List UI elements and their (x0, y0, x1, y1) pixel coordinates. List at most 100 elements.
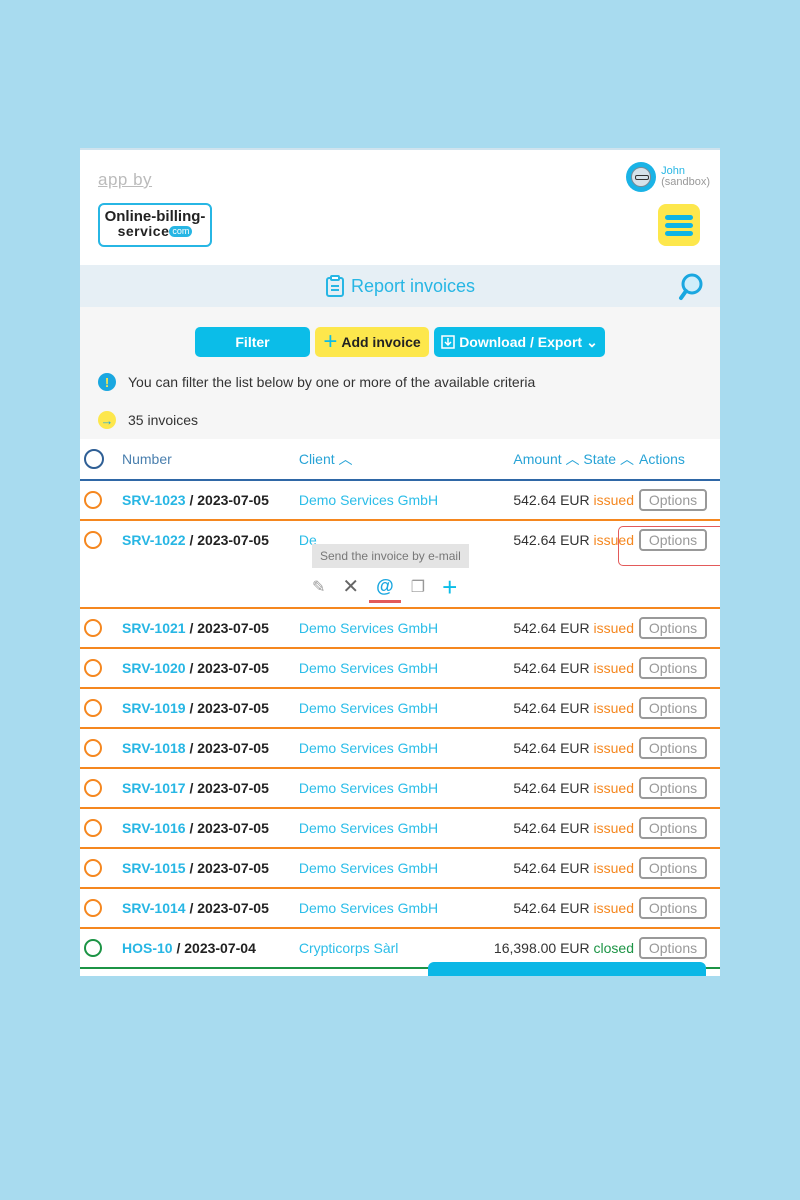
status-badge: issued (593, 780, 634, 796)
delete-icon[interactable]: ✕ (342, 574, 359, 599)
invoice-link[interactable]: HOS-10 (122, 940, 173, 956)
row-select-checkbox[interactable] (84, 859, 102, 878)
user-env: (sandbox) (661, 176, 710, 188)
download-export-button[interactable]: Download / Export ⌄ (434, 327, 605, 357)
table-row[interactable]: SRV-1016 / 2023-07-05 Demo Services GmbH 5… (80, 808, 720, 849)
table-row[interactable]: SRV-1017 / 2023-07-05 Demo Services GmbH 5… (80, 768, 720, 809)
status-badge: issued (593, 620, 634, 636)
hamburger-menu-icon[interactable] (658, 204, 700, 246)
logo[interactable]: Online-billing- service com (98, 203, 212, 247)
client-link[interactable]: Demo Services GmbH (297, 888, 466, 929)
amount-state: 542.64 EUR issued (465, 808, 638, 849)
invoice-link[interactable]: SRV-1021 (122, 620, 186, 636)
options-button[interactable]: Options (639, 897, 707, 919)
row-select-checkbox[interactable] (84, 531, 102, 550)
options-button[interactable]: Options (639, 617, 707, 639)
options-button[interactable]: Options (639, 777, 707, 799)
table-row[interactable]: SRV-1015 / 2023-07-05 Demo Services GmbH 5… (80, 848, 720, 889)
options-button[interactable]: Options (639, 697, 707, 719)
select-all-checkbox[interactable] (84, 449, 104, 469)
exclamation-icon: ! (98, 373, 116, 391)
title-bar: Report invoices (80, 265, 720, 307)
invoice-number: SRV-1023 / 2023-07-05 (121, 480, 298, 521)
add-icon[interactable]: + (442, 574, 457, 600)
edit-icon[interactable]: ✎ (312, 577, 325, 597)
sort-up-icon: ︿ (338, 451, 353, 467)
invoice-number: SRV-1006 / 2023-06-21 (121, 968, 298, 976)
filter-button[interactable]: Filter (195, 327, 310, 357)
arrow-right-icon: → (98, 411, 116, 429)
header-number[interactable]: Number (121, 439, 298, 481)
add-invoice-button[interactable]: + Add invoice (315, 327, 429, 357)
row-select-checkbox[interactable] (84, 819, 102, 838)
invoice-link[interactable]: SRV-1019 (122, 700, 186, 716)
avatar (626, 162, 657, 192)
copy-icon[interactable]: ❐ (411, 577, 425, 597)
client-link[interactable]: Demo Services GmbH (297, 808, 466, 849)
row-select-checkbox[interactable] (84, 491, 102, 510)
filter-hint: ! You can filter the list below by one or… (98, 373, 720, 391)
invoice-number: SRV-1018 / 2023-07-05 (121, 728, 298, 769)
invoice-link[interactable]: SRV-1018 (122, 740, 186, 756)
row-select-checkbox[interactable] (84, 779, 102, 798)
invoice-link[interactable]: SRV-1023 (122, 492, 186, 508)
amount-state: 542.64 EUR issued (465, 608, 638, 649)
invoice-link[interactable]: SRV-1016 (122, 820, 186, 836)
client-link[interactable]: Demo Services GmbH (297, 688, 466, 729)
invoice-link[interactable]: SRV-1022 (122, 532, 186, 548)
header-actions: Actions (638, 439, 720, 481)
amount-state: 542.64 EUR issued (465, 480, 638, 521)
amount-state: 542.64 EUR issued (465, 648, 638, 689)
table-row[interactable]: SRV-1021 / 2023-07-05 Demo Services GmbH 5… (80, 608, 720, 649)
options-button[interactable]: Options (639, 737, 707, 759)
client-link[interactable]: Demo Services GmbH (297, 848, 466, 889)
invoice-number: HOS-10 / 2023-07-04 (121, 928, 298, 969)
table-row[interactable]: SRV-1020 / 2023-07-05 Demo Services GmbH 5… (80, 648, 720, 689)
invoice-link[interactable]: SRV-1020 (122, 660, 186, 676)
status-badge: closed (593, 940, 634, 956)
invoice-number: SRV-1020 / 2023-07-05 (121, 648, 298, 689)
header-client[interactable]: Client ︿ (297, 439, 466, 481)
invoice-link[interactable]: SRV-1014 (122, 900, 186, 916)
notification-toast[interactable] (428, 962, 706, 976)
plus-icon: + (323, 328, 338, 355)
amount-state: 542.64 EUR issued (465, 688, 638, 729)
status-badge: issued (593, 820, 634, 836)
client-link[interactable]: Demo Services GmbH (297, 728, 466, 769)
row-select-checkbox[interactable] (84, 899, 102, 918)
table-row[interactable]: SRV-1014 / 2023-07-05 Demo Services GmbH 5… (80, 888, 720, 929)
invoice-number: SRV-1019 / 2023-07-05 (121, 688, 298, 729)
row-select-checkbox[interactable] (84, 659, 102, 678)
options-button[interactable]: Options (639, 817, 707, 839)
header-amount-state[interactable]: Amount ︿ State ︿ (465, 439, 638, 481)
options-button[interactable]: Options (639, 937, 707, 959)
search-icon[interactable] (678, 273, 704, 301)
status-badge: issued (593, 700, 634, 716)
row-select-checkbox[interactable] (84, 619, 102, 638)
page-title: Report invoices (350, 275, 476, 296)
client-link[interactable]: Demo Services GmbH (297, 608, 466, 649)
options-button[interactable]: Options (639, 657, 707, 679)
header: app by Online-billing- service com John (… (80, 150, 720, 265)
options-button[interactable]: Options (639, 857, 707, 879)
table-row[interactable]: SRV-1018 / 2023-07-05 Demo Services GmbH 5… (80, 728, 720, 769)
invoice-link[interactable]: SRV-1017 (122, 780, 186, 796)
table-row[interactable]: SRV-1019 / 2023-07-05 Demo Services GmbH 5… (80, 688, 720, 729)
amount-state: 542.64 EUR issued (513, 532, 634, 548)
row-select-checkbox[interactable] (84, 939, 102, 958)
client-link[interactable]: Demo Services GmbH (297, 768, 466, 809)
client-link[interactable]: Demo Services GmbH (297, 648, 466, 689)
user-menu[interactable]: John (sandbox) (626, 162, 710, 192)
table-row[interactable]: SRV-1023 / 2023-07-05 Demo Services GmbH 5… (80, 480, 720, 521)
row-select-checkbox[interactable] (84, 699, 102, 718)
invoice-link[interactable]: SRV-1015 (122, 860, 186, 876)
options-button[interactable]: Options (639, 489, 707, 511)
row-select-checkbox[interactable] (84, 739, 102, 758)
invoice-number: SRV-1022 / 2023-07-05 (122, 532, 269, 548)
email-icon[interactable]: @ (369, 576, 401, 603)
client-link[interactable]: Demo Services GmbH (297, 480, 466, 521)
app-window: app by Online-billing- service com John (… (80, 148, 720, 976)
chevron-down-icon: ⌄ (586, 333, 598, 350)
invoice-count: → 35 invoices (98, 411, 720, 429)
table-header: Number Client ︿ Amount ︿ State ︿ Actions (80, 439, 720, 481)
